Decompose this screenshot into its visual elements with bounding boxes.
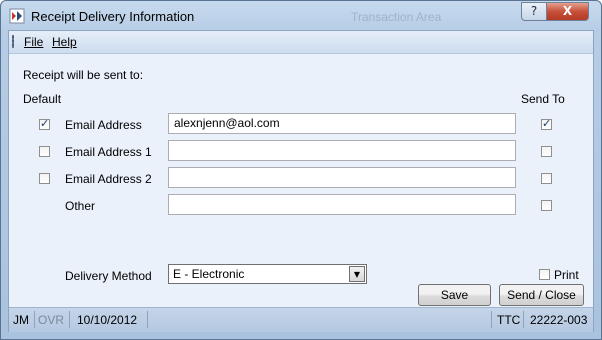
- save-button[interactable]: Save: [418, 284, 491, 306]
- menu-file[interactable]: File: [24, 35, 43, 49]
- status-separator: [523, 311, 524, 328]
- client-area: File Help Receipt will be sent to: Defau…: [8, 30, 594, 332]
- status-number: 22222-003: [530, 313, 588, 327]
- send-to-checkbox-email[interactable]: [541, 117, 552, 130]
- email-address-2-label: Email Address 2: [65, 172, 152, 186]
- intro-label: Receipt will be sent to:: [23, 68, 144, 82]
- menu-help[interactable]: Help: [52, 35, 77, 49]
- delivery-method-value: E - Electronic: [173, 267, 245, 281]
- help-button[interactable]: ?: [521, 2, 547, 21]
- email-address-field[interactable]: alexnjenn@aol.com: [168, 113, 516, 134]
- other-field[interactable]: [168, 194, 516, 215]
- menu-file-label: File: [24, 35, 44, 49]
- app-icon: [9, 8, 25, 24]
- print-label: Print: [554, 268, 579, 282]
- status-separator: [491, 311, 492, 328]
- receipt-delivery-window: Receipt Delivery Information Transaction…: [0, 0, 602, 340]
- background-window-title: Transaction Area: [351, 10, 442, 24]
- email-address-2-field[interactable]: [168, 167, 516, 188]
- title-bar[interactable]: Receipt Delivery Information Transaction…: [1, 1, 601, 31]
- send-to-checkbox-other[interactable]: [541, 200, 552, 211]
- email-address-1-label: Email Address 1: [65, 145, 152, 159]
- status-separator: [34, 311, 35, 328]
- window-title: Receipt Delivery Information: [31, 9, 195, 24]
- delivery-method-select[interactable]: E - Electronic ▼: [168, 264, 367, 284]
- menu-help-label: Help: [52, 35, 77, 49]
- form-panel: Receipt will be sent to: Default Send To…: [9, 54, 593, 307]
- email-address-label: Email Address: [65, 118, 142, 132]
- send-to-checkbox-email-2[interactable]: [541, 173, 552, 184]
- default-checkbox-email-1[interactable]: [39, 146, 50, 157]
- other-label: Other: [65, 199, 96, 213]
- status-code: TTC: [497, 313, 521, 327]
- status-mode: OVR: [38, 313, 65, 327]
- status-separator: [147, 311, 148, 328]
- status-bar: JM OVR 10/10/2012 TTC 22222-003: [9, 307, 593, 332]
- email-address-1-field[interactable]: [168, 140, 516, 161]
- default-checkbox-email-2[interactable]: [39, 173, 50, 184]
- chevron-down-icon[interactable]: ▼: [349, 266, 365, 282]
- menu-grip-icon[interactable]: [12, 35, 14, 48]
- default-checkbox-email[interactable]: [39, 117, 50, 130]
- status-user: JM: [13, 313, 29, 327]
- default-column-header: Default: [23, 92, 62, 106]
- send-close-button[interactable]: Send / Close: [499, 284, 584, 306]
- print-checkbox[interactable]: [539, 269, 550, 280]
- send-to-column-header: Send To: [521, 92, 565, 106]
- status-date: 10/10/2012: [77, 313, 138, 327]
- close-button[interactable]: X: [546, 2, 589, 21]
- menu-bar: File Help: [9, 31, 593, 54]
- delivery-method-label: Delivery Method: [65, 269, 152, 283]
- send-to-checkbox-email-1[interactable]: [541, 146, 552, 157]
- status-separator: [69, 311, 70, 328]
